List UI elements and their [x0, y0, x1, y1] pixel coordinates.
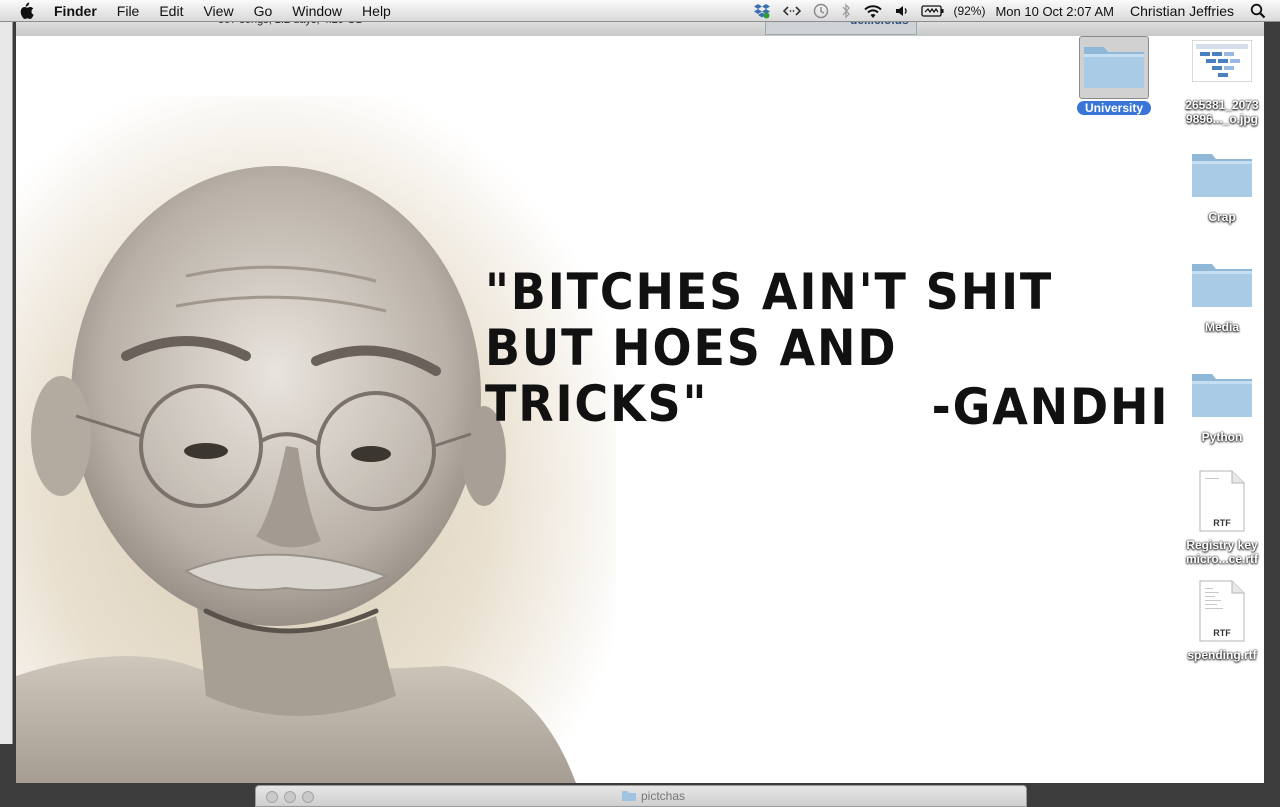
menu-file[interactable]: File	[107, 0, 150, 22]
desktop-wallpaper: "Bitches ain't shit but hoes and tricks"…	[16, 36, 1264, 783]
image-thumbnail-icon	[1192, 40, 1252, 82]
rtf-badge: RTF	[1213, 628, 1231, 638]
desktop-icon-crap[interactable]: Crap	[1174, 148, 1270, 224]
wifi-icon[interactable]	[863, 0, 883, 22]
desktop-icon-label: Registry key micro...ce.rtf	[1186, 538, 1258, 566]
menu-help[interactable]: Help	[352, 0, 401, 22]
label-line: 265381_2073	[1185, 98, 1259, 112]
desktop-icon-spending-rtf[interactable]: RTF spending.rtf	[1174, 580, 1270, 662]
menu-go[interactable]: Go	[244, 0, 283, 22]
battery-percent: (92%)	[953, 4, 986, 18]
clock[interactable]: Mon 10 Oct 2:07 AM	[995, 4, 1114, 19]
desktop-icon-jpg[interactable]: 265381_2073 9896..._o.jpg	[1174, 40, 1270, 126]
finder-window-pictchas[interactable]: pictchas	[255, 785, 1027, 807]
wallpaper-attribution: -Gandhi	[931, 378, 1169, 436]
window-title: pictchas	[621, 789, 685, 803]
volume-icon[interactable]	[895, 0, 909, 22]
label-line: micro...ce.rtf	[1185, 552, 1259, 566]
menu-edit[interactable]: Edit	[149, 0, 193, 22]
desktop-icon-label: University	[1076, 101, 1152, 115]
label-line: 9896..._o.jpg	[1185, 112, 1258, 126]
dropbox-icon[interactable]	[753, 0, 771, 22]
folder-icon	[1079, 36, 1149, 99]
desktop-icon-label: Python	[1201, 430, 1243, 444]
user-name[interactable]: Christian Jeffries	[1130, 3, 1234, 19]
rtf-badge: RTF	[1213, 518, 1231, 528]
desktop-icon-python[interactable]: Python	[1174, 368, 1270, 444]
desktop-icon-label: Media	[1204, 320, 1239, 334]
menu-window[interactable]: Window	[282, 0, 352, 22]
close-button[interactable]	[266, 791, 278, 803]
menu-view[interactable]: View	[193, 0, 243, 22]
desktop-icon-registry-rtf[interactable]: RTF Registry key micro...ce.rtf	[1174, 470, 1270, 566]
time-machine-icon[interactable]	[813, 0, 829, 22]
bluetooth-icon[interactable]	[841, 0, 851, 22]
folder-icon	[622, 791, 636, 801]
label-line: Registry key	[1186, 538, 1258, 552]
desktop-icon-media[interactable]: Media	[1174, 258, 1270, 334]
menu-bar: Finder File Edit View Go Window Help (92…	[0, 0, 1280, 22]
folder-icon	[1192, 264, 1252, 307]
zoom-button[interactable]	[302, 791, 314, 803]
minimize-button[interactable]	[284, 791, 296, 803]
desktop-icon-label: 265381_2073 9896..._o.jpg	[1185, 98, 1258, 126]
folder-icon	[1192, 374, 1252, 417]
background-window-top[interactable]	[16, 22, 1264, 36]
folder-icon	[1192, 154, 1252, 197]
desktop-icon-label: Crap	[1208, 210, 1236, 224]
background-window-left[interactable]	[0, 22, 13, 744]
desktop-icon-label: spending.rtf	[1187, 648, 1257, 662]
apple-menu-icon[interactable]	[18, 1, 38, 20]
window-title-text: pictchas	[641, 789, 686, 803]
battery-icon[interactable]	[921, 0, 945, 22]
code-icon[interactable]	[783, 0, 802, 22]
menu-finder[interactable]: Finder	[44, 0, 107, 22]
status-area: (92%) Mon 10 Oct 2:07 AM Christian Jeffr…	[747, 0, 1280, 22]
desktop-icon-university[interactable]: University	[1066, 36, 1162, 115]
spotlight-icon[interactable]	[1250, 0, 1266, 22]
